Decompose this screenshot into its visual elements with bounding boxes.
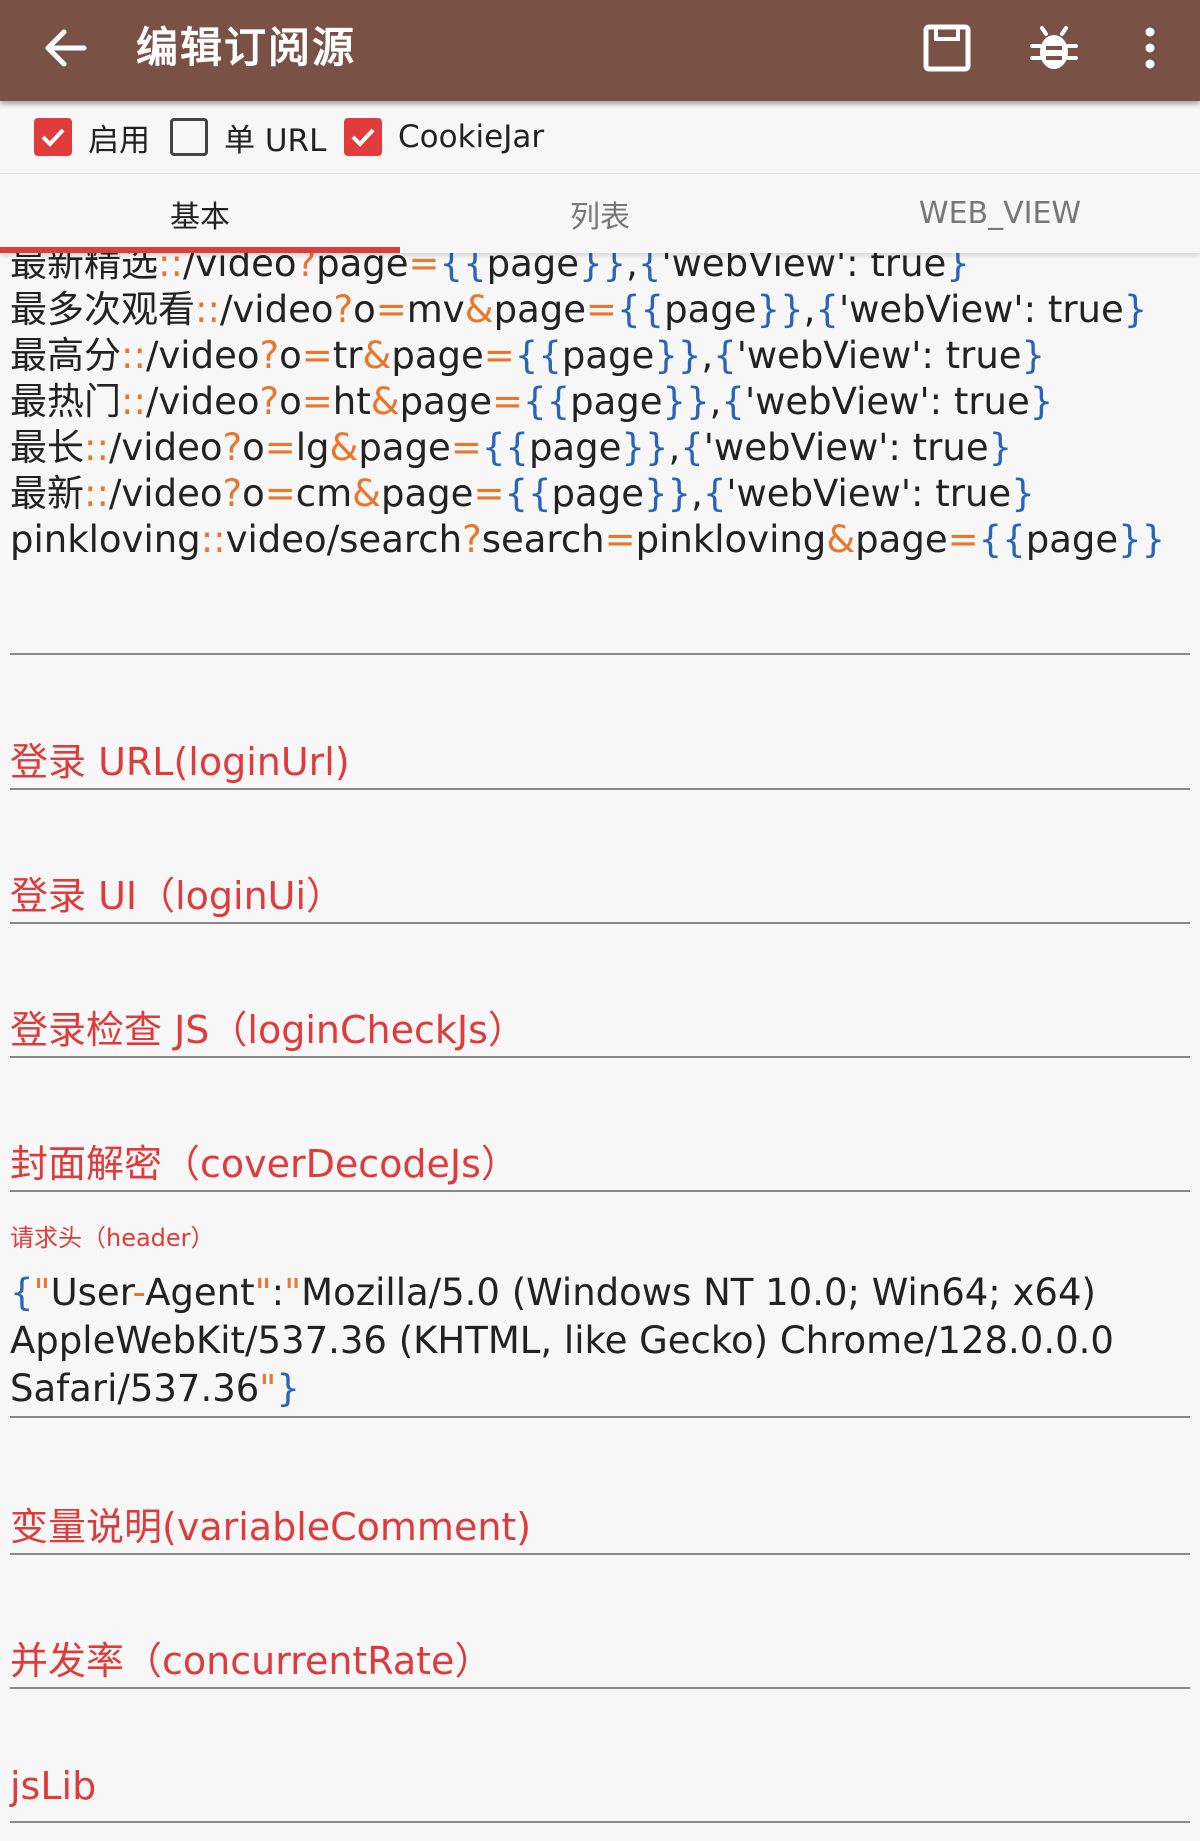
arrow-left-icon[interactable] xyxy=(38,18,98,78)
concurrent-rate-field[interactable]: 并发率（concurrentRate） xyxy=(10,1630,492,1685)
enable-checkbox[interactable]: 启用 xyxy=(34,117,150,159)
sort-url-line: 最热门::/video?o=ht&page={{page}},{'webView… xyxy=(10,380,1054,423)
tab-webview[interactable]: WEB_VIEW xyxy=(800,174,1200,253)
page-title: 编辑订阅源 xyxy=(136,23,357,72)
header-label: 请求头（header） xyxy=(10,1224,215,1252)
cookiejar-checkbox[interactable]: CookieJar xyxy=(344,117,544,157)
more-vert-icon[interactable] xyxy=(1118,16,1182,80)
bug-icon[interactable] xyxy=(1022,16,1086,80)
field-underline xyxy=(10,1821,1190,1823)
header-field[interactable]: {"User-Agent":"Mozilla/5.0 (Windows NT 1… xyxy=(10,1269,1190,1413)
sort-url-line: 最多次观看::/video?o=mv&page={{page}},{'webVi… xyxy=(10,288,1148,331)
checkbox-checked-icon[interactable] xyxy=(344,118,382,156)
tab-list[interactable]: 列表 xyxy=(400,174,800,253)
sort-url-line: 最长::/video?o=lg&page={{page}},{'webView'… xyxy=(10,426,1013,469)
checkbox-checked-icon[interactable] xyxy=(34,118,72,156)
sort-url-line: pinkloving::video/search?search=pinklovi… xyxy=(10,518,1166,561)
tab-bar: 基本 列表 WEB_VIEW xyxy=(0,174,1200,253)
single-url-label: 单 URL xyxy=(224,122,327,159)
sort-url-line: 最新::/video?o=cm&page={{page}},{'webView'… xyxy=(10,472,1035,515)
field-underline xyxy=(10,1416,1190,1418)
field-underline xyxy=(10,788,1190,790)
sort-url-underline xyxy=(10,653,1190,655)
js-lib-field[interactable]: jsLib xyxy=(10,1764,96,1808)
app-toolbar: 编辑订阅源 xyxy=(0,0,1200,101)
field-underline xyxy=(10,922,1190,924)
login-url-field[interactable]: 登录 URL(loginUrl) xyxy=(10,731,350,786)
variable-comment-field[interactable]: 变量说明(variableComment) xyxy=(10,1496,531,1551)
login-check-js-field[interactable]: 登录检查 JS（loginCheckJs） xyxy=(10,999,526,1054)
checkbox-unchecked-icon[interactable] xyxy=(170,118,208,156)
cookiejar-label: CookieJar xyxy=(398,119,545,155)
field-underline xyxy=(10,1687,1190,1689)
sort-url-line: 最新精选::/video?page={{page}},{'webView': t… xyxy=(10,253,970,285)
sort-url-line: 最高分::/video?o=tr&page={{page}},{'webView… xyxy=(10,334,1046,377)
tab-indicator xyxy=(0,247,400,253)
field-underline xyxy=(10,1056,1190,1058)
cover-decode-js-field[interactable]: 封面解密（coverDecodeJs） xyxy=(10,1133,519,1188)
options-row: 启用 单 URL CookieJar xyxy=(0,101,1200,174)
single-url-checkbox[interactable]: 单 URL xyxy=(170,117,327,159)
form-scroll-area[interactable]: 首页::https://cn.pornhub.com/,{'webView': … xyxy=(0,253,1200,1841)
field-underline xyxy=(10,1553,1190,1555)
tab-basic[interactable]: 基本 xyxy=(0,174,400,253)
login-ui-field[interactable]: 登录 UI（loginUi） xyxy=(10,865,344,920)
field-underline xyxy=(10,1190,1190,1192)
enable-label: 启用 xyxy=(88,122,150,159)
save-icon[interactable] xyxy=(915,16,979,80)
